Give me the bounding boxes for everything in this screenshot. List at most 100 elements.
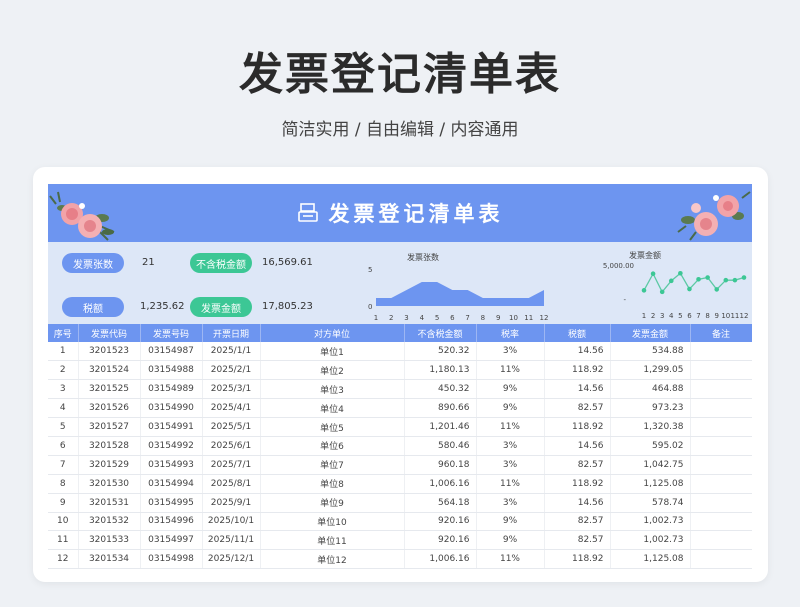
cell-pretax-amount[interactable]: 1,180.13	[404, 360, 477, 381]
cell-remark[interactable]	[690, 474, 752, 494]
cell-pretax-amount[interactable]: 1,201.46	[404, 417, 477, 437]
cell-invoice-number[interactable]: 03154998	[140, 549, 203, 569]
cell-issue-date[interactable]: 2025/6/1	[202, 436, 261, 456]
cell-issue-date[interactable]: 2025/7/1	[202, 455, 261, 475]
cell-pretax-amount[interactable]: 1,006.16	[404, 474, 477, 494]
cell-invoice-amount[interactable]: 1,320.38	[610, 417, 691, 437]
cell-invoice-amount[interactable]: 1,042.75	[610, 455, 691, 475]
cell-invoice-amount[interactable]: 595.02	[610, 436, 691, 456]
table-row[interactable]: 5 3201527 03154991 2025/5/1 单位5 1,201.46 11% 11…	[48, 417, 752, 437]
cell-tax-amount[interactable]: 14.56	[544, 379, 611, 400]
cell-tax-amount[interactable]: 118.92	[544, 417, 611, 437]
cell-row-number[interactable]: 3	[48, 379, 79, 400]
table-row[interactable]: 9 3201531 03154995 2025/9/1 单位9 564.18 3% 14.56…	[48, 493, 752, 513]
cell-tax-amount[interactable]: 14.56	[544, 493, 611, 513]
cell-tax-rate[interactable]: 9%	[476, 379, 545, 400]
column-header-issue-date[interactable]: 开票日期	[202, 324, 261, 342]
cell-row-number[interactable]: 12	[48, 549, 79, 569]
cell-issue-date[interactable]: 2025/4/1	[202, 398, 261, 419]
cell-invoice-amount[interactable]: 464.88	[610, 379, 691, 400]
cell-issue-date[interactable]: 2025/1/1	[202, 342, 261, 362]
cell-tax-rate[interactable]: 9%	[476, 512, 545, 532]
table-row[interactable]: 10 3201532 03154996 2025/10/1 单位10 920.16 9% 82…	[48, 512, 752, 532]
cell-tax-amount[interactable]: 118.92	[544, 474, 611, 494]
cell-tax-amount[interactable]: 118.92	[544, 549, 611, 569]
cell-issue-date[interactable]: 2025/10/1	[202, 512, 261, 532]
cell-remark[interactable]	[690, 360, 752, 381]
cell-counterparty[interactable]: 单位3	[260, 379, 405, 400]
cell-pretax-amount[interactable]: 890.66	[404, 398, 477, 419]
cell-row-number[interactable]: 10	[48, 512, 79, 532]
cell-counterparty[interactable]: 单位1	[260, 342, 405, 362]
cell-invoice-number[interactable]: 03154988	[140, 360, 203, 381]
cell-counterparty[interactable]: 单位12	[260, 549, 405, 569]
cell-invoice-code[interactable]: 3201532	[78, 512, 141, 532]
cell-issue-date[interactable]: 2025/3/1	[202, 379, 261, 400]
cell-row-number[interactable]: 8	[48, 474, 79, 494]
cell-invoice-number[interactable]: 03154997	[140, 530, 203, 551]
cell-tax-amount[interactable]: 82.57	[544, 530, 611, 551]
cell-invoice-number[interactable]: 03154992	[140, 436, 203, 456]
cell-pretax-amount[interactable]: 920.16	[404, 530, 477, 551]
cell-pretax-amount[interactable]: 450.32	[404, 379, 477, 400]
cell-remark[interactable]	[690, 512, 752, 532]
cell-issue-date[interactable]: 2025/2/1	[202, 360, 261, 381]
cell-invoice-number[interactable]: 03154995	[140, 493, 203, 513]
cell-remark[interactable]	[690, 549, 752, 569]
cell-invoice-number[interactable]: 03154989	[140, 379, 203, 400]
cell-tax-rate[interactable]: 3%	[476, 436, 545, 456]
cell-row-number[interactable]: 6	[48, 436, 79, 456]
cell-invoice-code[interactable]: 3201531	[78, 493, 141, 513]
column-header-row-number[interactable]: 序号	[48, 324, 79, 342]
cell-tax-rate[interactable]: 9%	[476, 398, 545, 419]
cell-issue-date[interactable]: 2025/12/1	[202, 549, 261, 569]
cell-issue-date[interactable]: 2025/8/1	[202, 474, 261, 494]
cell-remark[interactable]	[690, 417, 752, 437]
table-row[interactable]: 4 3201526 03154990 2025/4/1 单位4 890.66 9% 82.57…	[48, 398, 752, 419]
cell-counterparty[interactable]: 单位10	[260, 512, 405, 532]
cell-tax-amount[interactable]: 82.57	[544, 512, 611, 532]
cell-pretax-amount[interactable]: 1,006.16	[404, 549, 477, 569]
cell-tax-rate[interactable]: 3%	[476, 493, 545, 513]
table-row[interactable]: 12 3201534 03154998 2025/12/1 单位12 1,006.16 11…	[48, 549, 752, 569]
cell-pretax-amount[interactable]: 520.32	[404, 342, 477, 362]
cell-issue-date[interactable]: 2025/11/1	[202, 530, 261, 551]
table-row[interactable]: 2 3201524 03154988 2025/2/1 单位2 1,180.13 11% 11…	[48, 360, 752, 381]
cell-remark[interactable]	[690, 493, 752, 513]
table-row[interactable]: 3 3201525 03154989 2025/3/1 单位3 450.32 9% 14.56…	[48, 379, 752, 400]
cell-counterparty[interactable]: 单位8	[260, 474, 405, 494]
cell-pretax-amount[interactable]: 960.18	[404, 455, 477, 475]
cell-remark[interactable]	[690, 379, 752, 400]
cell-pretax-amount[interactable]: 920.16	[404, 512, 477, 532]
cell-tax-rate[interactable]: 11%	[476, 360, 545, 381]
cell-invoice-code[interactable]: 3201526	[78, 398, 141, 419]
column-header-pretax-amount[interactable]: 不含税金额	[404, 324, 477, 342]
cell-invoice-number[interactable]: 03154990	[140, 398, 203, 419]
column-header-invoice-code[interactable]: 发票代码	[78, 324, 141, 342]
cell-row-number[interactable]: 1	[48, 342, 79, 362]
cell-invoice-code[interactable]: 3201525	[78, 379, 141, 400]
cell-invoice-amount[interactable]: 1,125.08	[610, 549, 691, 569]
cell-tax-rate[interactable]: 11%	[476, 417, 545, 437]
table-row[interactable]: 8 3201530 03154994 2025/8/1 单位8 1,006.16 11% 11…	[48, 474, 752, 494]
cell-tax-rate[interactable]: 9%	[476, 530, 545, 551]
cell-invoice-amount[interactable]: 1,125.08	[610, 474, 691, 494]
cell-invoice-amount[interactable]: 1,002.73	[610, 512, 691, 532]
cell-remark[interactable]	[690, 342, 752, 362]
cell-row-number[interactable]: 9	[48, 493, 79, 513]
cell-row-number[interactable]: 11	[48, 530, 79, 551]
column-header-remark[interactable]: 备注	[690, 324, 752, 342]
column-header-counterparty[interactable]: 对方单位	[260, 324, 405, 342]
cell-row-number[interactable]: 4	[48, 398, 79, 419]
cell-issue-date[interactable]: 2025/9/1	[202, 493, 261, 513]
cell-invoice-amount[interactable]: 578.74	[610, 493, 691, 513]
cell-invoice-amount[interactable]: 1,002.73	[610, 530, 691, 551]
cell-pretax-amount[interactable]: 564.18	[404, 493, 477, 513]
cell-remark[interactable]	[690, 398, 752, 419]
cell-counterparty[interactable]: 单位9	[260, 493, 405, 513]
cell-counterparty[interactable]: 单位7	[260, 455, 405, 475]
table-row[interactable]: 7 3201529 03154993 2025/7/1 单位7 960.18 3% 82.57…	[48, 455, 752, 475]
cell-remark[interactable]	[690, 455, 752, 475]
cell-tax-rate[interactable]: 11%	[476, 549, 545, 569]
cell-remark[interactable]	[690, 436, 752, 456]
